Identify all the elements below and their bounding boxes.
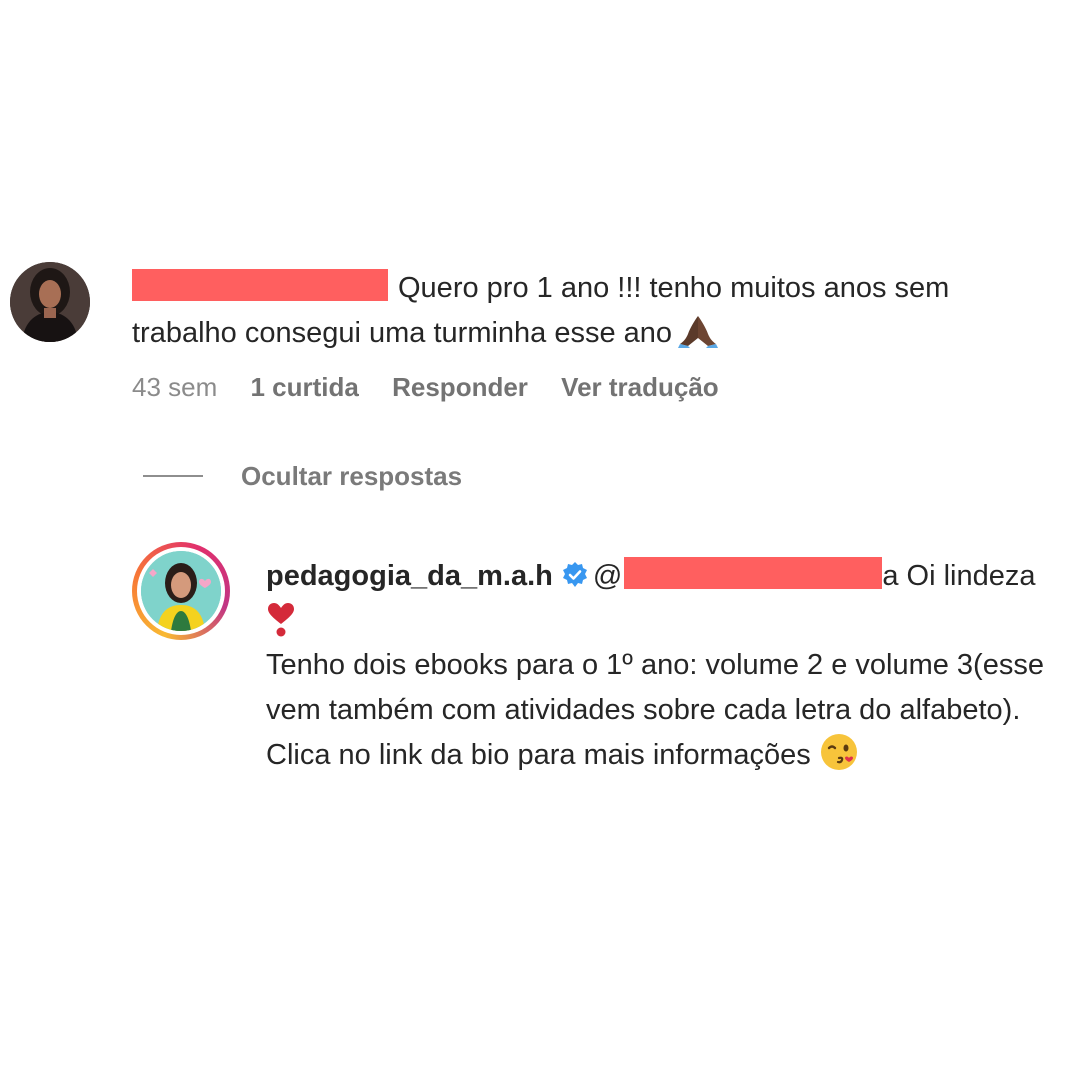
comment-text: Quero pro 1 ano !!! tenho muitos anos se…	[132, 266, 1062, 356]
mention-tail: a	[882, 560, 899, 592]
reply-text: pedagogia_da_m.a.h @ a Oi lindeza Tenho d…	[266, 554, 1078, 778]
translate-button[interactable]: Ver tradução	[561, 372, 719, 402]
redacted-mention[interactable]	[624, 557, 883, 589]
comment-meta: 43 sem 1 curtida Responder Ver tradução	[132, 372, 745, 403]
redacted-username[interactable]	[132, 269, 388, 301]
verified-badge-icon	[562, 562, 587, 587]
like-count[interactable]: 1 curtida	[251, 372, 359, 402]
avatar[interactable]	[10, 262, 90, 342]
mention-prefix[interactable]: @	[593, 560, 622, 592]
reply-message-link: Clica no link da bio para mais informaçõ…	[266, 739, 811, 771]
greeting-text: Oi lindeza	[906, 560, 1036, 592]
reply-username[interactable]: pedagogia_da_m.a.h	[266, 560, 553, 592]
folded-hands-icon	[678, 316, 719, 348]
avatar-photo	[141, 551, 221, 631]
reply-message: Tenho dois ebooks para o 1º ano: volume …	[266, 649, 1044, 726]
avatar	[141, 551, 221, 631]
story-ring-avatar[interactable]	[132, 542, 230, 640]
divider-line	[143, 475, 203, 477]
heart-exclamation-icon	[268, 602, 294, 636]
winking-kiss-icon	[820, 734, 857, 770]
avatar-photo	[10, 262, 90, 342]
comments-view: Quero pro 1 ano !!! tenho muitos anos se…	[0, 0, 1080, 1080]
reply-button[interactable]: Responder	[392, 372, 528, 402]
hide-replies-label: Ocultar respostas	[241, 460, 463, 491]
comment-time: 43 sem	[132, 372, 218, 402]
hide-replies-button[interactable]: Ocultar respostas	[143, 458, 462, 494]
